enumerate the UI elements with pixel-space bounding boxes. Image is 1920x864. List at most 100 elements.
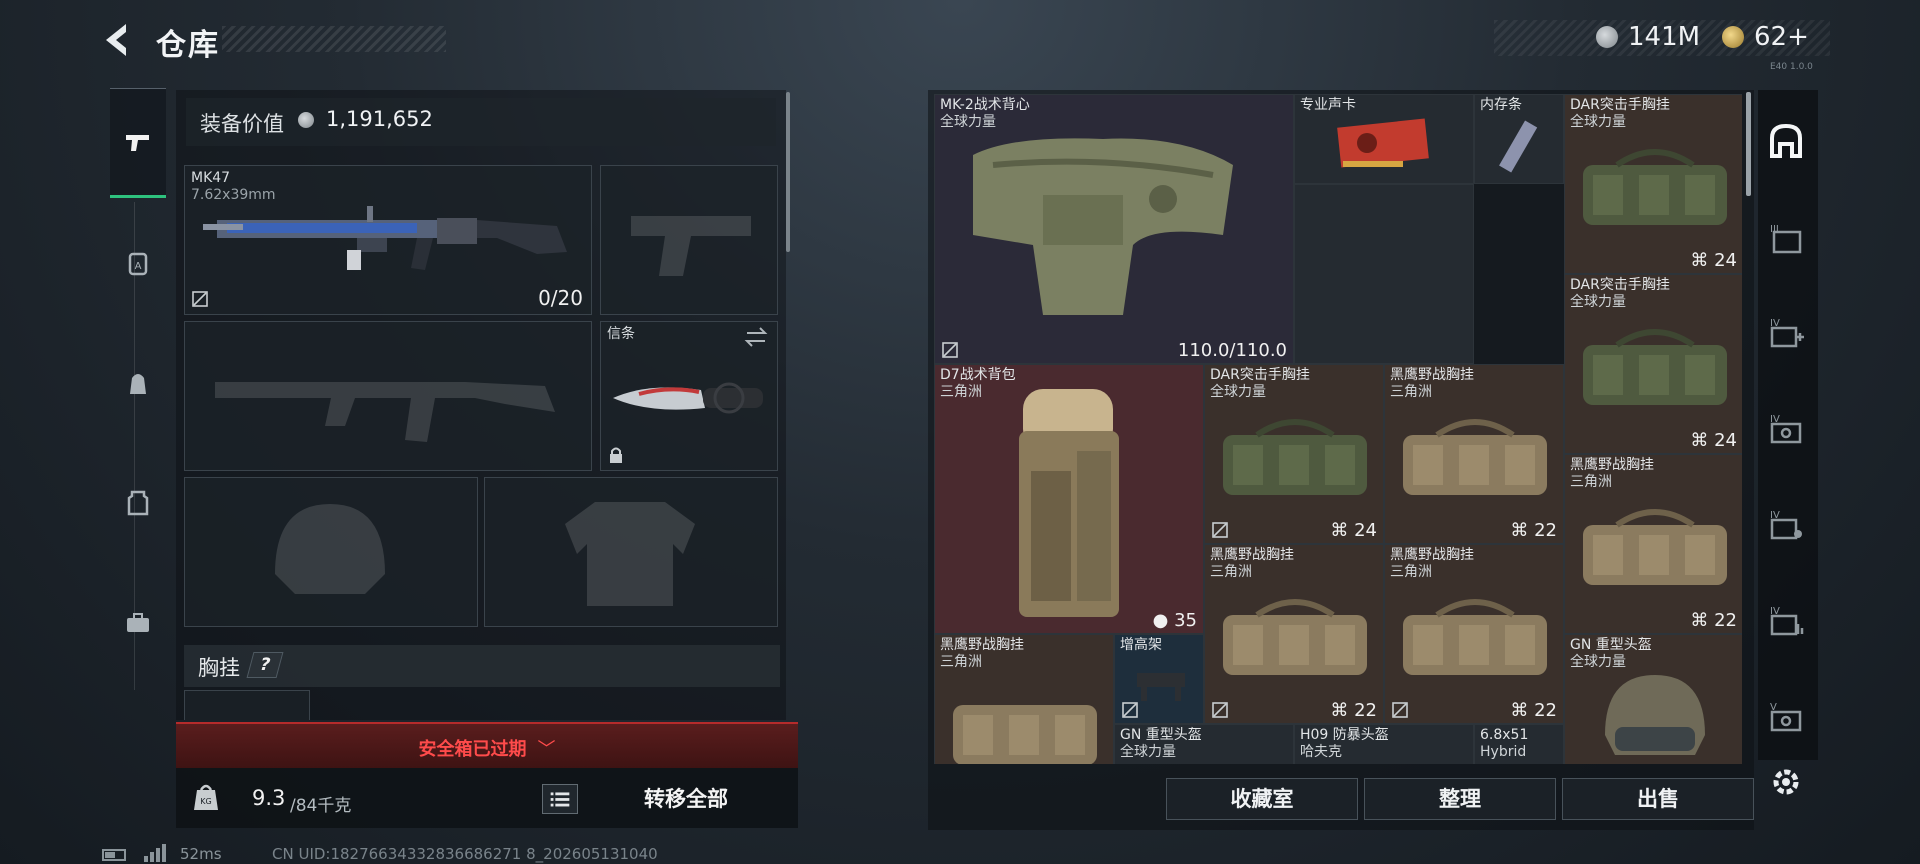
storage-tab-4-key[interactable]: IV [1764, 502, 1808, 546]
item-d7-backpack[interactable]: D7战术背包 三角洲 ● 35 [934, 364, 1204, 634]
item-name: DAR突击手胸挂 [1570, 97, 1670, 113]
item-blackhawk-chest-rig[interactable]: 黑鹰野战胸挂 三角洲 ⌘ 22 [1564, 454, 1742, 634]
chest-rig-image [1583, 149, 1727, 225]
vest-image [973, 138, 1233, 315]
storage-tab-5[interactable]: V [1764, 694, 1808, 738]
tab-files-icon: IV [1770, 606, 1804, 636]
item-blackhawk-chest-rig[interactable]: 黑鹰野战胸挂 三角洲 ⌘ 22 [1384, 364, 1564, 544]
tab-gear-icon: IV [1770, 414, 1802, 444]
item-riser[interactable]: 增高架 [1114, 634, 1204, 724]
item-dar-chest-rig[interactable]: DAR突击手胸挂 全球力量 ⌘ 24 [1564, 94, 1742, 274]
rifle-image [203, 206, 567, 270]
max-weight: /84千克 [290, 796, 352, 816]
nav-weapons[interactable] [110, 88, 166, 198]
list-icon [550, 792, 570, 807]
capacity-value: 35 [1174, 610, 1197, 631]
nav-armor[interactable] [110, 448, 166, 558]
item-dar-chest-rig[interactable]: DAR突击手胸挂 全球力量 ⌘ 24 [1204, 364, 1384, 544]
storage-tab-4-medical[interactable]: IV [1764, 310, 1808, 354]
transfer-all-button[interactable]: 转移全部 [596, 782, 776, 816]
pistol-slot[interactable] [600, 165, 778, 315]
collection-room-button[interactable]: 收藏室 [1166, 778, 1358, 820]
storage-scrollbar[interactable] [1746, 92, 1751, 196]
chest-rig-image [1403, 419, 1547, 495]
item-blackhawk-chest-rig[interactable]: 黑鹰野战胸挂 三角洲 [934, 634, 1114, 764]
settings-gear-icon[interactable] [1766, 762, 1806, 802]
storage-tab-all[interactable] [1764, 118, 1808, 162]
armor-vest-icon [127, 490, 149, 516]
sell-button[interactable]: 出售 [1562, 778, 1754, 820]
melee-slot[interactable]: 信条 [600, 321, 778, 471]
item-gn-helmet[interactable]: GN 重型头盔 全球力量 [1114, 724, 1294, 764]
silver-coin-icon [298, 112, 314, 128]
ram-image [1499, 120, 1538, 173]
helmet-image [1605, 675, 1705, 755]
capacity-value: 24 [1714, 430, 1737, 451]
item-gn-helmet[interactable]: GN 重型头盔 全球力量 [1564, 634, 1742, 764]
capacity: ● 35 [1152, 610, 1197, 631]
unbound-icon [942, 342, 958, 358]
chevron-down-icon: ﹀ [537, 739, 556, 760]
item-faction: 全球力量 [1120, 744, 1176, 760]
signal-icon [144, 844, 166, 862]
armor-slot[interactable] [484, 477, 778, 627]
capacity-value: 24 [1714, 250, 1737, 271]
briefcase-icon [127, 613, 149, 632]
item-ram[interactable]: 内存条 [1474, 94, 1564, 184]
svg-text:KG: KG [200, 797, 211, 806]
gold-balance[interactable]: 62+ [1754, 22, 1809, 52]
item-name: 增高架 [1120, 637, 1162, 653]
storage-tab-3[interactable]: III [1764, 216, 1808, 260]
sort-button[interactable]: 整理 [1364, 778, 1556, 820]
item-name: H09 防暴头盔 [1300, 727, 1389, 743]
swap-icon[interactable] [743, 326, 769, 348]
list-view-button[interactable] [542, 784, 578, 814]
item-blackhawk-chest-rig[interactable]: 黑鹰野战胸挂 三角洲 ⌘ 22 [1384, 544, 1564, 724]
sound-card-image [1337, 118, 1429, 168]
nav-case[interactable] [110, 568, 166, 678]
unbound-icon [1392, 702, 1408, 718]
item-name: 黑鹰野战胸挂 [940, 637, 1024, 653]
primary-weapon-slot[interactable]: MK47 7.62x39mm 0/20 [184, 165, 592, 315]
equipment-value-label: 装备价值 [200, 112, 284, 136]
item-faction: 哈夫克 [1300, 744, 1342, 760]
safe-box-banner[interactable]: 安全箱已过期 ﹀ [176, 722, 798, 768]
svg-text:A: A [135, 261, 142, 272]
item-mk2-vest[interactable]: MK-2战术背心 全球力量 110.0/110.0 [934, 94, 1294, 364]
item-name: DAR突击手胸挂 [1210, 367, 1310, 383]
item-name: 黑鹰野战胸挂 [1390, 547, 1474, 563]
empty-slot[interactable] [1294, 184, 1474, 364]
helmet-slot[interactable] [184, 477, 478, 627]
item-blackhawk-chest-rig[interactable]: 黑鹰野战胸挂 三角洲 ⌘ 22 [1204, 544, 1384, 724]
back-button[interactable] [96, 20, 138, 60]
item-dar-chest-rig[interactable]: DAR突击手胸挂 全球力量 ⌘ 24 [1564, 274, 1742, 454]
unbound-icon [1122, 702, 1138, 718]
chest-rig-slot[interactable] [184, 690, 310, 720]
item-h09-helmet[interactable]: H09 防暴头盔 哈夫克 [1294, 724, 1474, 764]
ping-value: 52ms [180, 845, 222, 863]
item-name: 内存条 [1480, 97, 1522, 113]
storage-tab-4-gear[interactable]: IV [1764, 406, 1808, 450]
secondary-weapon-slot[interactable] [184, 321, 592, 471]
chest-rig-image [1403, 599, 1547, 675]
item-faction: 全球力量 [1570, 114, 1626, 130]
nav-backpack[interactable] [110, 328, 166, 438]
lock-icon [610, 447, 622, 463]
chest-rig-image [1583, 329, 1727, 405]
item-name: MK-2战术背心 [940, 97, 1030, 113]
chest-rig-image [953, 705, 1097, 764]
item-faction: 全球力量 [1210, 384, 1266, 400]
chest-rig-image [1223, 419, 1367, 495]
item-faction: 三角洲 [1390, 564, 1432, 580]
player-uid: CN UID:18276634332836686271 8_2026051310… [272, 845, 658, 863]
equipment-scrollbar[interactable] [786, 92, 790, 252]
tab-medical-icon: IV [1770, 318, 1804, 348]
item-sound-card[interactable]: 专业声卡 [1294, 94, 1474, 184]
capacity: ⌘ 22 [1690, 610, 1737, 631]
item-name: GN 重型头盔 [1570, 637, 1652, 653]
item-ammo[interactable]: 6.8x51 Hybrid [1474, 724, 1564, 764]
nav-equipment-a[interactable]: A [110, 208, 166, 318]
magazine-count: 0/20 [538, 286, 583, 310]
item-name: GN 重型头盔 [1120, 727, 1202, 743]
storage-tab-4-files[interactable]: IV [1764, 598, 1808, 642]
